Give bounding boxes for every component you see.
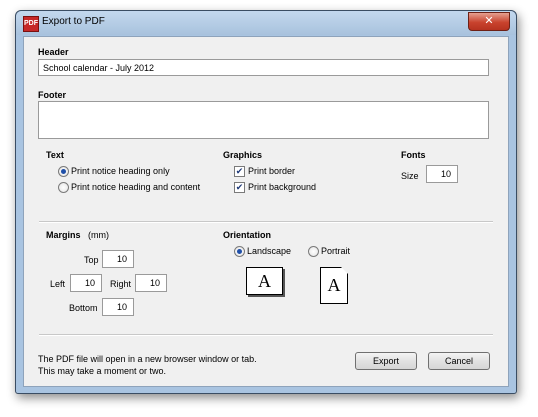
portrait-radio[interactable] (308, 246, 319, 257)
margin-top-input[interactable]: 10 (102, 250, 134, 268)
margin-top-label: Top (84, 255, 99, 265)
export-button[interactable]: Export (355, 352, 417, 370)
margin-bottom-input[interactable]: 10 (102, 298, 134, 316)
margins-label: Margins (46, 230, 81, 240)
close-button[interactable]: ✕ (468, 12, 510, 31)
portrait-page-icon[interactable]: A (320, 267, 348, 304)
print-background-checkbox[interactable]: ✔ (234, 182, 245, 193)
window-title: Export to PDF (42, 16, 105, 27)
heading-only-radio[interactable] (58, 166, 69, 177)
cancel-button[interactable]: Cancel (428, 352, 490, 370)
info-line-1: The PDF file will open in a new browser … (38, 354, 257, 364)
fonts-group-label: Fonts (401, 150, 426, 160)
footer-label: Footer (38, 90, 66, 100)
font-size-label: Size (401, 171, 419, 181)
print-background-label[interactable]: Print background (248, 182, 316, 192)
export-dialog-window: PDF Export to PDF ✕ Header School calend… (15, 10, 517, 394)
landscape-radio[interactable] (234, 246, 245, 257)
orientation-label: Orientation (223, 230, 272, 240)
print-border-checkbox[interactable]: ✔ (234, 166, 245, 177)
landscape-page-icon[interactable]: A (246, 267, 283, 295)
font-size-input[interactable]: 10 (426, 165, 458, 183)
info-line-2: This may take a moment or two. (38, 366, 167, 376)
margin-left-label: Left (50, 279, 66, 289)
text-group-label: Text (46, 150, 64, 160)
landscape-label[interactable]: Landscape (247, 246, 291, 256)
divider (39, 334, 493, 336)
margin-right-input[interactable]: 10 (135, 274, 167, 292)
heading-and-content-label[interactable]: Print notice heading and content (71, 182, 200, 192)
heading-only-label[interactable]: Print notice heading only (71, 166, 170, 176)
heading-and-content-radio[interactable] (58, 182, 69, 193)
graphics-group-label: Graphics (223, 150, 263, 160)
portrait-label[interactable]: Portrait (321, 246, 350, 256)
margin-left-input[interactable]: 10 (70, 274, 102, 292)
margins-unit: (mm) (88, 230, 110, 240)
margins-heading: Margins (mm) (46, 230, 109, 240)
title-bar[interactable]: PDF Export to PDF ✕ (16, 11, 516, 35)
print-border-label[interactable]: Print border (248, 166, 295, 176)
dialog-body: Header School calendar - July 2012 Foote… (23, 36, 509, 387)
margin-bottom-label: Bottom (69, 303, 98, 313)
footer-input[interactable] (38, 101, 489, 139)
header-input[interactable]: School calendar - July 2012 (38, 59, 489, 76)
divider (39, 221, 493, 223)
margin-right-label: Right (110, 279, 132, 289)
pdf-icon: PDF (23, 16, 39, 32)
header-label: Header (38, 47, 69, 57)
